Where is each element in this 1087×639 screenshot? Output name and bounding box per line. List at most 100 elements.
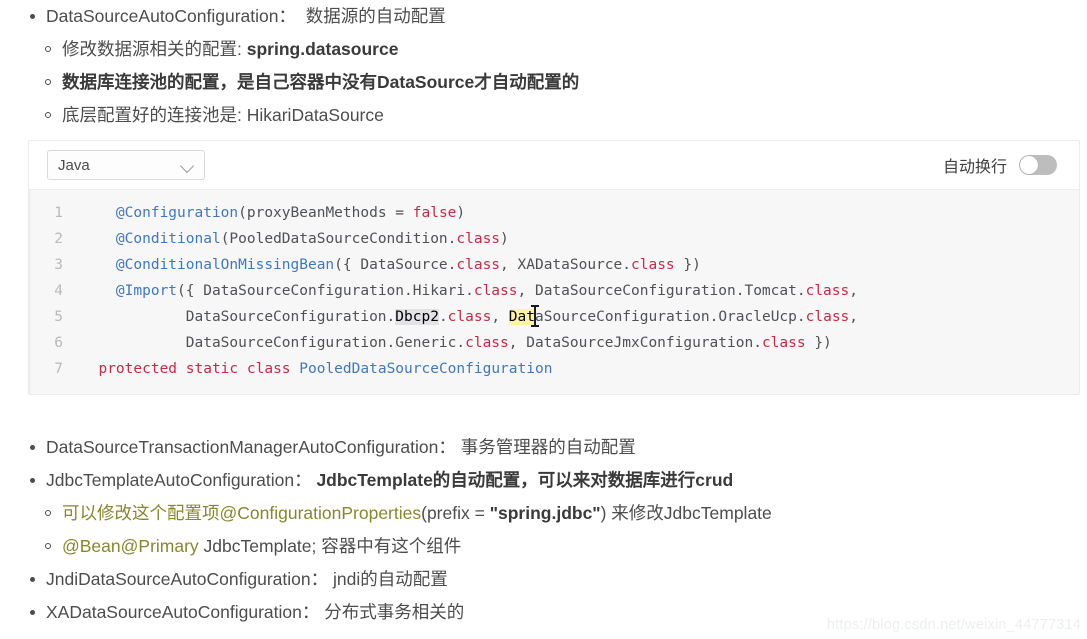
code-token: @ConditionalOnMissingBean	[115, 257, 335, 273]
line-number: 3	[54, 257, 63, 273]
code-line-text: @Import({ DataSourceConfiguration.Hikari…	[81, 278, 858, 304]
line-number: 1	[54, 205, 63, 221]
bullet-disc-icon	[30, 577, 35, 582]
line-number: 7	[54, 361, 63, 377]
list-item-text: JdbcTemplate; 容器中有这个组件	[198, 536, 462, 556]
line-number: 5	[54, 309, 63, 325]
code-line-text: @ConditionalOnMissingBean({ DataSource.c…	[81, 252, 701, 278]
code-token: PooledDataSourceConfiguration	[299, 361, 553, 377]
list-item-modify-datasource-config: 修改数据源相关的配置: spring.datasource	[40, 33, 1087, 66]
toggle-knob	[1020, 156, 1038, 174]
code-token: class	[456, 231, 501, 247]
code-token: @Conditional	[115, 231, 221, 247]
top-level-2-list: 修改数据源相关的配置: spring.datasource 数据库连接池的配置，…	[0, 33, 1087, 132]
bullet-circle-icon	[45, 543, 51, 549]
code-line-text: DataSourceConfiguration.Generic.class, D…	[81, 330, 832, 356]
code-token: )	[500, 231, 509, 247]
code-token: ,	[849, 283, 858, 299]
code-line-text: protected static class PooledDataSourceC…	[81, 356, 552, 382]
code-token: @Import	[115, 283, 178, 299]
code-line-text: @Configuration(proxyBeanMethods = false)	[81, 200, 465, 226]
chevron-down-icon	[179, 158, 195, 174]
bottom-level-1-list: DataSourceTransactionManagerAutoConfigur…	[0, 431, 1087, 497]
code-token: })	[674, 257, 701, 273]
code-token: })	[805, 335, 832, 351]
list-item: DataSourceTransactionManagerAutoConfigur…	[24, 431, 1087, 464]
list-item-text: DataSourceTransactionManagerAutoConfigur…	[46, 437, 636, 457]
code-line: 4 @Import({ DataSourceConfiguration.Hika…	[29, 278, 1079, 304]
code-token: Dat	[508, 309, 535, 325]
bullet-disc-icon	[30, 445, 35, 450]
top-bullet-section: DataSourceAutoConfiguration： 数据源的自动配置 修改…	[0, 0, 1087, 132]
word-wrap-control: 自动换行	[943, 153, 1057, 177]
bullet-circle-icon	[45, 79, 51, 85]
sub-item-strong: spring.datasource	[246, 39, 399, 59]
list-item-text: XADataSourceAutoConfiguration： 分布式事务相关的	[46, 602, 465, 622]
bullet-circle-icon	[45, 46, 51, 52]
code-content[interactable]: 1 @Configuration(proxyBeanMethods = fals…	[29, 190, 1079, 394]
code-line: 1 @Configuration(proxyBeanMethods = fals…	[29, 200, 1079, 226]
list-item-text: @Bean@Primary	[62, 536, 199, 556]
page-root: DataSourceAutoConfiguration： 数据源的自动配置 修改…	[0, 0, 1087, 639]
code-token: class	[465, 335, 509, 351]
code-token: , DataSourceConfiguration.Tomcat.	[517, 283, 806, 299]
list-item: @Bean@Primary JdbcTemplate; 容器中有这个组件	[40, 530, 1087, 563]
bullet-circle-icon	[45, 510, 51, 516]
sub-item-prefix: 修改数据源相关的配置:	[62, 39, 247, 59]
code-token: @Configuration	[115, 205, 239, 221]
code-block: Java 自动换行 1 @Configuration(proxyBeanMeth…	[28, 140, 1080, 395]
list-item-text: "spring.jdbc"	[489, 503, 601, 523]
sub-item-strong: 数据库连接池的配置，是自己容器中没有DataSource才自动配置的	[62, 72, 580, 92]
language-select[interactable]: Java	[47, 150, 205, 180]
code-line-text: DataSourceConfiguration.Dbcp2.class, Dat…	[81, 304, 858, 330]
code-token: DataSourceConfiguration.Generic.	[81, 335, 466, 351]
code-token: class	[805, 283, 850, 299]
watermark: https://blog.csdn.net/weixin_44777314	[826, 617, 1081, 633]
bullet-disc-icon	[30, 478, 35, 483]
list-item-default-pool-hikari: 底层配置好的连接池是: HikariDataSource	[40, 99, 1087, 132]
code-token: class	[805, 309, 850, 325]
bullet-circle-icon	[45, 112, 51, 118]
word-wrap-toggle[interactable]	[1019, 155, 1057, 175]
code-token: , XADataSource.	[500, 257, 631, 273]
code-token: protected static class	[98, 361, 300, 377]
code-line-text: @Conditional(PooledDataSourceCondition.c…	[81, 226, 509, 252]
bottom-bullet-section: DataSourceTransactionManagerAutoConfigur…	[0, 431, 1087, 629]
list-item: JndiDataSourceAutoConfiguration： jndi的自动…	[24, 563, 1087, 596]
bottom-level-2-list: 可以修改这个配置项@ConfigurationProperties(prefix…	[0, 497, 1087, 563]
list-item-text: 可以修改这个配置项@ConfigurationProperties	[62, 503, 422, 523]
code-token: class	[456, 257, 501, 273]
list-item: JdbcTemplateAutoConfiguration： JdbcTempl…	[24, 464, 1087, 497]
list-item-text: JdbcTemplateAutoConfiguration：	[46, 470, 317, 490]
list-item: 可以修改这个配置项@ConfigurationProperties(prefix…	[40, 497, 1087, 530]
list-item-title: DataSourceAutoConfiguration：	[46, 6, 297, 26]
word-wrap-label: 自动换行	[942, 159, 1007, 176]
list-item-desc: 数据源的自动配置	[305, 6, 446, 26]
line-number: 2	[54, 231, 63, 247]
code-token: ,	[491, 309, 509, 325]
code-line: 2 @Conditional(PooledDataSourceCondition…	[29, 226, 1079, 252]
code-token: (PooledDataSourceCondition.	[220, 231, 457, 247]
top-level-1-list: DataSourceAutoConfiguration： 数据源的自动配置	[0, 0, 1087, 33]
sub-item-prefix: 底层配置好的连接池是: HikariDataSource	[62, 105, 384, 125]
list-item-text: ) 来修改JdbcTemplate	[600, 503, 772, 523]
list-item-text: JndiDataSourceAutoConfiguration： jndi的自动…	[46, 569, 448, 589]
bullet-disc-icon	[30, 14, 35, 19]
code-token: (proxyBeanMethods =	[238, 205, 413, 221]
code-token: ({ DataSourceConfiguration.Hikari.	[177, 283, 474, 299]
code-token: false	[412, 205, 457, 221]
code-token: Dbcp2	[395, 309, 439, 325]
line-number: 6	[54, 335, 63, 351]
language-select-value: Java	[58, 156, 90, 174]
bullet-disc-icon	[30, 610, 35, 615]
code-token: , DataSourceJmxConfiguration.	[508, 335, 762, 351]
list-item-datasource-autoconfiguration: DataSourceAutoConfiguration： 数据源的自动配置	[24, 0, 1087, 33]
code-line: 3 @ConditionalOnMissingBean({ DataSource…	[29, 252, 1079, 278]
code-token: class	[631, 257, 675, 273]
code-token: class	[447, 309, 492, 325]
code-token: aSourceConfiguration.OracleUcp.	[535, 309, 806, 325]
